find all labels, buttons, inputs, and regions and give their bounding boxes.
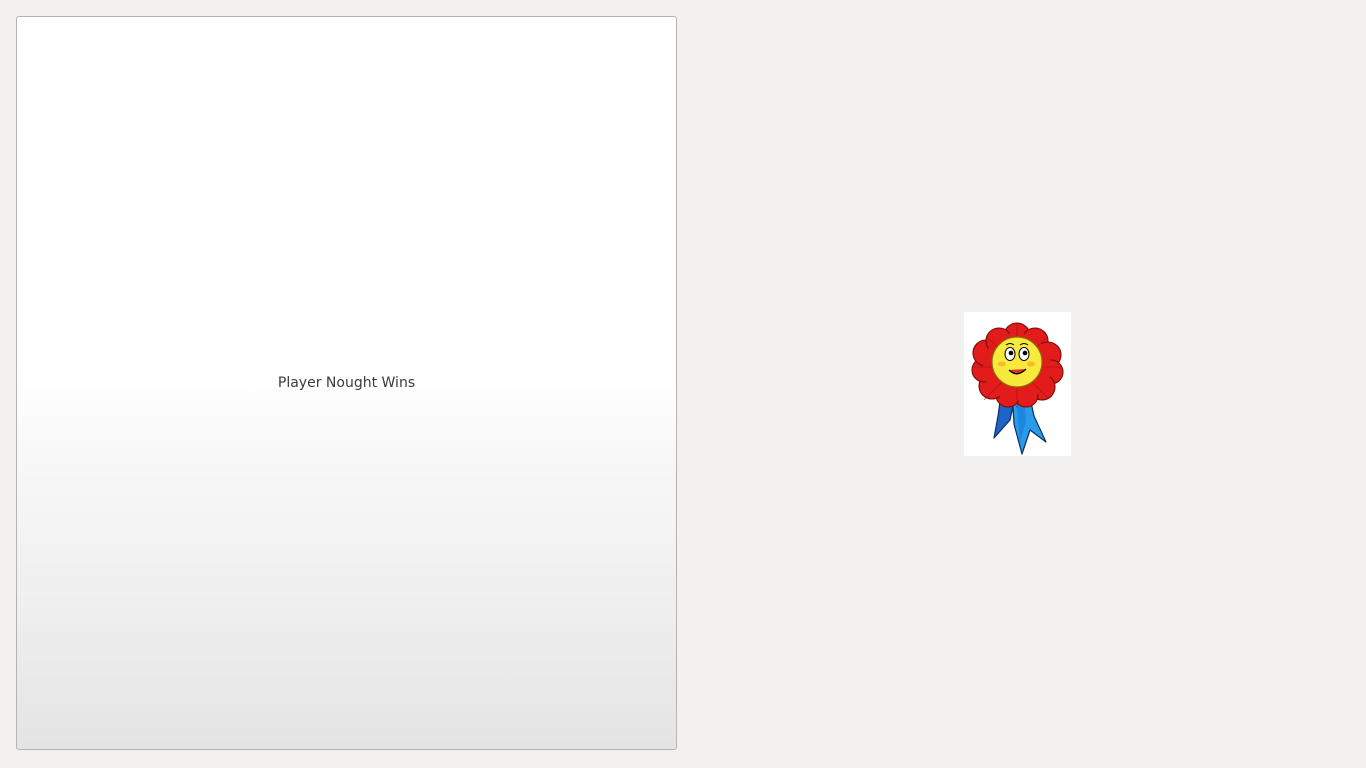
rosette-face — [991, 336, 1043, 388]
game-result-label: Player Nought Wins — [277, 375, 416, 391]
game-window: Player Nought Wins — [0, 0, 1366, 768]
award-rosette-icon — [964, 312, 1071, 456]
game-result-button[interactable]: Player Nought Wins — [16, 16, 677, 750]
